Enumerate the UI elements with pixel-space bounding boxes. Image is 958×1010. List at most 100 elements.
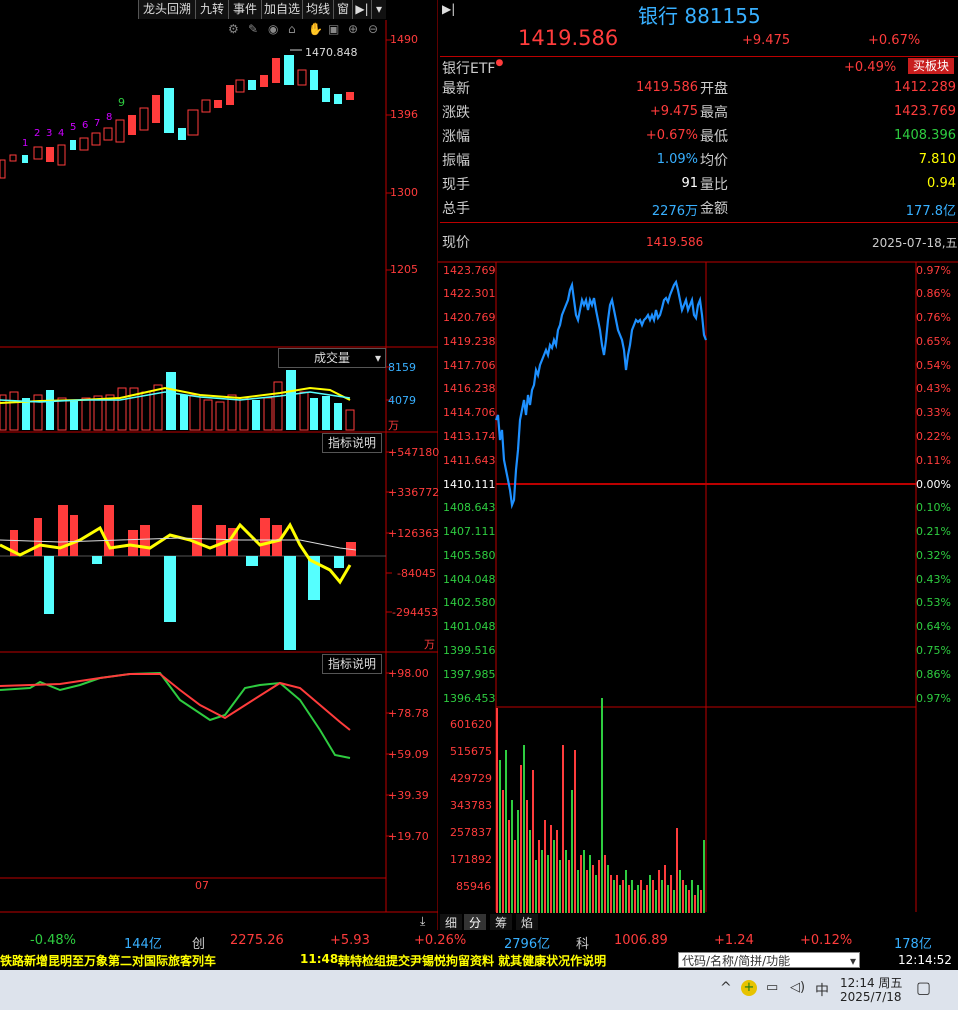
- quote-label: 金额: [700, 201, 728, 217]
- download-icon[interactable]: ⤓: [420, 914, 438, 930]
- price-change: +9.475: [742, 33, 791, 48]
- index3-pct: +0.12%: [800, 933, 853, 948]
- nine-turn-label: 6: [82, 120, 89, 131]
- tab-flame[interactable]: 焰: [516, 914, 538, 931]
- intraday-tabs: 细 分 筹 焰: [440, 914, 570, 931]
- macd-bars: [0, 505, 386, 650]
- chevron-down-icon[interactable]: ▾: [850, 953, 856, 969]
- quote-value: 1412.289: [893, 80, 956, 95]
- pct-axis-tick: 0.10%: [916, 501, 951, 514]
- chevron-up-icon[interactable]: ^: [720, 980, 732, 996]
- quote-value: 177.8亿: [905, 204, 956, 219]
- quote-label: 最低: [700, 129, 728, 145]
- volume-indicator-select[interactable]: 成交量 ▾: [278, 348, 386, 368]
- volume-tick: 8159: [388, 361, 416, 374]
- pct-axis-tick: 0.32%: [916, 549, 951, 562]
- tab-detail[interactable]: 细: [440, 914, 462, 931]
- taskbar-time[interactable]: 12:14 周五: [840, 974, 902, 991]
- pct-axis-tick: 0.11%: [916, 454, 951, 467]
- price-axis-tick: 1410.111: [443, 478, 496, 491]
- pct-axis-tick: 0.33%: [916, 406, 951, 419]
- pct-axis-tick: 0.97%: [916, 692, 951, 705]
- high-price-label: 1470.848: [305, 46, 358, 59]
- pct-axis-tick: 0.86%: [916, 287, 951, 300]
- notification-icon[interactable]: ▢: [916, 978, 931, 997]
- etf-label: 银行ETF: [442, 61, 496, 77]
- intraday-label: 现价: [442, 235, 470, 251]
- index2-pct: +0.26%: [414, 933, 467, 948]
- index2-value: 2275.26: [230, 933, 284, 948]
- quote-label: 涨幅: [442, 129, 470, 145]
- nine-turn-label: 7: [94, 118, 101, 129]
- intraday-volume-axis: 601620 515675 429729 343783 257837 17189…: [440, 712, 496, 902]
- quote-label: 振幅: [442, 153, 470, 169]
- quote-label: 均价: [700, 153, 728, 169]
- tab-minute[interactable]: 分: [464, 914, 486, 931]
- price-tick: 1300: [390, 186, 418, 199]
- pct-axis-tick: 0.00%: [916, 478, 951, 491]
- app-tray-icon[interactable]: +: [741, 980, 757, 996]
- kdj-tick: +59.09: [388, 748, 429, 761]
- quote-row: 最新 1419.586 开盘 1412.289: [440, 78, 958, 100]
- intraday-price-axis: 1423.769 1422.301 1420.769 1419.238 1417…: [440, 262, 496, 712]
- quote-label: 最高: [700, 105, 728, 121]
- price-axis-tick: 1407.111: [443, 525, 496, 538]
- quote-value: 1.09%: [656, 152, 698, 167]
- market-status-bar: -0.48% 144亿 创 2275.26 +5.93 +0.26% 2796亿…: [0, 930, 958, 952]
- search-input[interactable]: 代码/名称/简拼/功能 ▾: [678, 952, 860, 968]
- price-axis-tick: 1399.516: [443, 644, 496, 657]
- price-axis-tick: 1419.238: [443, 335, 496, 348]
- buy-sector-button[interactable]: 买板块: [908, 58, 954, 74]
- volume-axis-tick: 429729: [450, 772, 492, 785]
- quote-value: 1423.769: [893, 104, 956, 119]
- quote-label: 最新: [442, 81, 470, 97]
- price-axis-tick: 1417.706: [443, 359, 496, 372]
- nine-turn-label: 2: [34, 128, 41, 139]
- volume-unit: 万: [388, 419, 399, 432]
- news-item[interactable]: 铁路新增昆明至万象第二对国际旅客列车: [0, 952, 216, 969]
- intraday-price: 1419.586: [646, 235, 704, 249]
- price-axis-tick: 1401.048: [443, 620, 496, 633]
- kdj-explain-button[interactable]: 指标说明: [322, 654, 382, 674]
- etf-link[interactable]: 银行ETF●: [442, 58, 503, 78]
- macd-tick: +126363: [388, 527, 440, 540]
- tab-chips[interactable]: 筹: [490, 914, 512, 931]
- kdj-tick: +98.00: [388, 667, 429, 680]
- pct-axis-tick: 0.22%: [916, 430, 951, 443]
- index2-change: +5.93: [330, 933, 370, 948]
- nine-turn-label: 8: [106, 112, 113, 123]
- pct-axis-tick: 0.86%: [916, 668, 951, 681]
- collapse-icon[interactable]: ▶|: [442, 2, 458, 18]
- news-time: 11:48: [300, 952, 339, 966]
- macd-tick: +336772: [388, 486, 440, 499]
- macd-explain-button[interactable]: 指标说明: [322, 433, 382, 453]
- pct-axis-tick: 0.75%: [916, 644, 951, 657]
- price-axis-tick: 1420.769: [443, 311, 496, 324]
- pct-axis-tick: 0.43%: [916, 382, 951, 395]
- price-tick: 1205: [390, 263, 418, 276]
- intraday-pct-axis: 0.97% 0.86% 0.76% 0.65% 0.54% 0.43% 0.33…: [916, 262, 958, 712]
- nine-turn-label: 9: [118, 96, 125, 109]
- kdj-lines: [0, 671, 351, 759]
- taskbar-date[interactable]: 2025/7/18: [840, 990, 902, 1004]
- price-axis-tick: 1405.580: [443, 549, 496, 562]
- quote-row: 涨幅 +0.67% 最低 1408.396: [440, 126, 958, 148]
- quote-value: 2276万: [651, 204, 698, 219]
- price-tick: 1396: [390, 108, 418, 121]
- price-axis-tick: 1397.985: [443, 668, 496, 681]
- quote-label: 量比: [700, 177, 728, 193]
- quote-value: 0.94: [927, 176, 956, 191]
- quote-label: 总手: [442, 201, 470, 217]
- pct-axis-tick: 0.21%: [916, 525, 951, 538]
- volume-axis-tick: 515675: [450, 745, 492, 758]
- kdj-tick: +78.78: [388, 707, 429, 720]
- quote-value: 1419.586: [635, 80, 698, 95]
- nine-turn-label: 3: [46, 128, 53, 139]
- ime-indicator[interactable]: 中: [815, 980, 829, 1000]
- volume-icon[interactable]: ◁): [790, 980, 805, 995]
- network-icon[interactable]: ▭: [766, 980, 778, 995]
- volume-axis-tick: 601620: [450, 718, 492, 731]
- quote-value: 1408.396: [893, 128, 956, 143]
- volume-title: 成交量: [313, 351, 350, 365]
- news-item[interactable]: 韩特检组提交尹锡悦拘留资料 就其健康状况作说明: [338, 952, 606, 969]
